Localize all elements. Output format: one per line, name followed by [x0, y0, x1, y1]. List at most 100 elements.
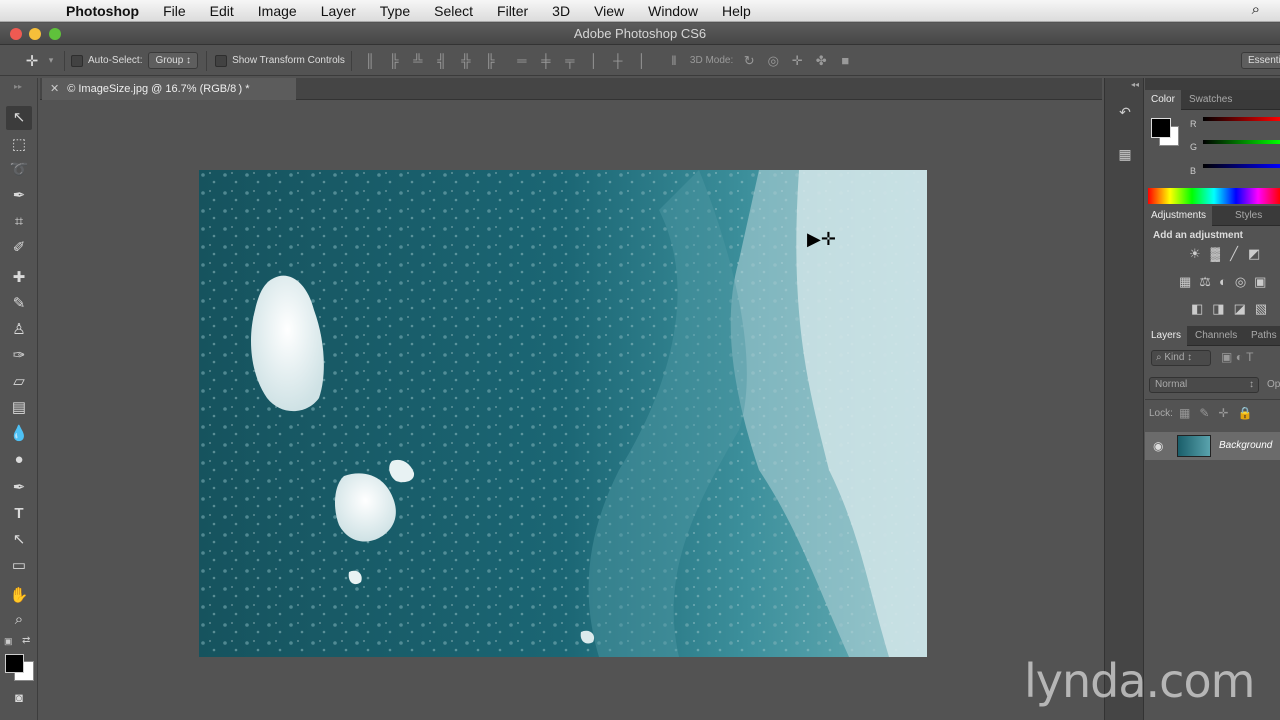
auto-select-checkbox[interactable] [71, 54, 83, 67]
move-tool-icon[interactable]: ↖ [6, 106, 32, 130]
filter-pixel-icon[interactable]: ▣ [1221, 350, 1232, 364]
lasso-tool-icon[interactable]: ➰ [6, 158, 32, 182]
3d-slide-icon[interactable]: ✤ [809, 53, 833, 69]
canvas-area[interactable]: ▶✛ [40, 101, 1102, 720]
foreground-color-swatch[interactable] [5, 654, 24, 673]
distribute-right-icon[interactable]: │ [630, 53, 654, 68]
channel-mixer-icon[interactable]: ▣ [1254, 274, 1274, 289]
tab-color[interactable]: Color [1145, 90, 1181, 110]
clone-stamp-tool-icon[interactable]: ♙ [6, 318, 32, 342]
quick-selection-tool-icon[interactable]: ✒ [6, 184, 32, 208]
marquee-tool-icon[interactable]: ⬚ [6, 133, 32, 157]
close-window-button[interactable] [10, 28, 22, 40]
minimize-window-button[interactable] [29, 28, 41, 40]
eye-icon[interactable]: ◉ [1153, 439, 1163, 453]
path-selection-tool-icon[interactable]: ↖ [6, 528, 32, 552]
levels-icon[interactable]: ▓ [1211, 246, 1230, 261]
menu-edit[interactable]: Edit [198, 3, 246, 19]
lock-all-icon[interactable]: 🔒 [1237, 406, 1261, 420]
3d-drag-icon[interactable]: ✛ [785, 53, 809, 69]
workspace-switcher[interactable]: Essentia [1241, 52, 1280, 69]
brightness-icon[interactable]: ☀ [1189, 246, 1211, 261]
distribute-top-icon[interactable]: ═ [510, 53, 534, 68]
align-top-icon[interactable]: ║ [358, 53, 382, 68]
collapse-toolbar-icon[interactable]: ▸▸ [14, 82, 24, 91]
type-tool-icon[interactable]: T [6, 502, 32, 526]
menu-image[interactable]: Image [246, 3, 309, 19]
move-tool-preset-icon[interactable]: ✛ [20, 52, 44, 70]
menu-type[interactable]: Type [368, 3, 422, 19]
menu-select[interactable]: Select [422, 3, 485, 19]
filter-type-icon[interactable]: T [1246, 350, 1253, 364]
menu-layer[interactable]: Layer [309, 3, 368, 19]
lock-transparent-icon[interactable]: ▦ [1179, 406, 1199, 420]
3d-scale-icon[interactable]: ■ [833, 53, 857, 68]
eraser-tool-icon[interactable]: ▱ [6, 370, 32, 394]
hand-tool-icon[interactable]: ✋ [6, 584, 32, 608]
chevron-down-icon[interactable]: ▾ [44, 55, 58, 66]
color-ramp[interactable] [1148, 188, 1280, 204]
foreground-color-chip[interactable] [1151, 118, 1171, 138]
layer-row-background[interactable]: ◉ Background [1145, 432, 1280, 460]
default-colors-icon[interactable]: ▣ [4, 636, 13, 647]
menu-filter[interactable]: Filter [485, 3, 540, 19]
align-left-icon[interactable]: ╣ [430, 53, 454, 68]
black-white-icon[interactable]: ◐ [1219, 274, 1235, 289]
photo-filter-icon[interactable]: ◎ [1235, 274, 1254, 289]
blue-slider[interactable] [1203, 164, 1280, 168]
lock-image-icon[interactable]: ✎ [1199, 406, 1218, 420]
pen-tool-icon[interactable]: ✒ [6, 476, 32, 500]
eyedropper-tool-icon[interactable]: ✐ [6, 236, 32, 260]
dodge-tool-icon[interactable]: ● [6, 448, 32, 472]
distribute-bottom-icon[interactable]: ╤ [558, 53, 582, 68]
distribute-hcenter-icon[interactable]: ┼ [606, 53, 630, 68]
zoom-tool-icon[interactable]: ⌕ [6, 608, 32, 632]
spotlight-search-icon[interactable]: ⌕ [1252, 1, 1260, 18]
distribute-left-icon[interactable]: │ [582, 53, 606, 68]
color-balance-icon[interactable]: ⚖ [1199, 274, 1219, 289]
align-bottom-icon[interactable]: ╩ [406, 53, 430, 68]
healing-brush-tool-icon[interactable]: ✚ [6, 266, 32, 290]
document-tab[interactable]: ✕ © ImageSize.jpg @ 16.7% (RGB/8 ) * [42, 78, 296, 100]
vibrance-icon[interactable]: ▦ [1179, 274, 1199, 289]
history-panel-icon[interactable]: ↶ [1115, 104, 1135, 124]
auto-align-icon[interactable]: ‖ [662, 53, 686, 68]
menu-file[interactable]: File [151, 3, 198, 19]
properties-panel-icon[interactable]: ▦ [1115, 146, 1135, 166]
history-brush-tool-icon[interactable]: ✑ [6, 344, 32, 368]
crop-tool-icon[interactable]: ⌗ [6, 210, 32, 234]
gradient-tool-icon[interactable]: ▤ [6, 396, 32, 420]
show-transform-controls-checkbox[interactable] [215, 54, 228, 67]
invert-icon[interactable]: ◧ [1191, 301, 1212, 316]
align-right-icon[interactable]: ╠ [478, 53, 502, 68]
menu-3d[interactable]: 3D [540, 3, 582, 19]
threshold-icon[interactable]: ◪ [1234, 301, 1255, 316]
blend-mode-dropdown[interactable]: Normal ↕ [1149, 377, 1259, 393]
tab-layers[interactable]: Layers [1145, 326, 1188, 346]
filter-adjustment-icon[interactable]: ◐ [1236, 350, 1243, 364]
align-hcenter-icon[interactable]: ╬ [454, 53, 478, 68]
lock-position-icon[interactable]: ✛ [1218, 406, 1237, 420]
green-slider[interactable] [1203, 140, 1280, 144]
close-document-icon[interactable]: ✕ [50, 83, 59, 95]
curves-icon[interactable]: ╱ [1230, 246, 1248, 261]
distribute-vcenter-icon[interactable]: ╪ [534, 53, 558, 68]
tab-adjustments[interactable]: Adjustments [1145, 206, 1213, 226]
tab-paths[interactable]: Paths [1245, 326, 1280, 346]
selective-color-icon[interactable]: ▧ [1255, 301, 1276, 316]
align-vcenter-icon[interactable]: ╠ [382, 53, 406, 68]
quick-mask-icon[interactable]: ◙ [6, 686, 32, 710]
3d-rotate-icon[interactable]: ↻ [737, 53, 761, 69]
collapse-dock-icon[interactable]: ◂◂ [1131, 80, 1139, 89]
brush-tool-icon[interactable]: ✎ [6, 292, 32, 316]
swap-colors-icon[interactable]: ⇄ [22, 635, 30, 646]
auto-select-target-dropdown[interactable]: Group ↕ [148, 52, 199, 69]
tab-channels[interactable]: Channels [1189, 326, 1243, 346]
3d-roll-icon[interactable]: ◎ [761, 53, 785, 69]
posterize-icon[interactable]: ◨ [1212, 301, 1233, 316]
menu-photoshop[interactable]: Photoshop [54, 3, 151, 19]
rectangle-tool-icon[interactable]: ▭ [6, 554, 32, 578]
zoom-window-button[interactable] [49, 28, 61, 40]
menu-help[interactable]: Help [710, 3, 763, 19]
menu-view[interactable]: View [582, 3, 636, 19]
